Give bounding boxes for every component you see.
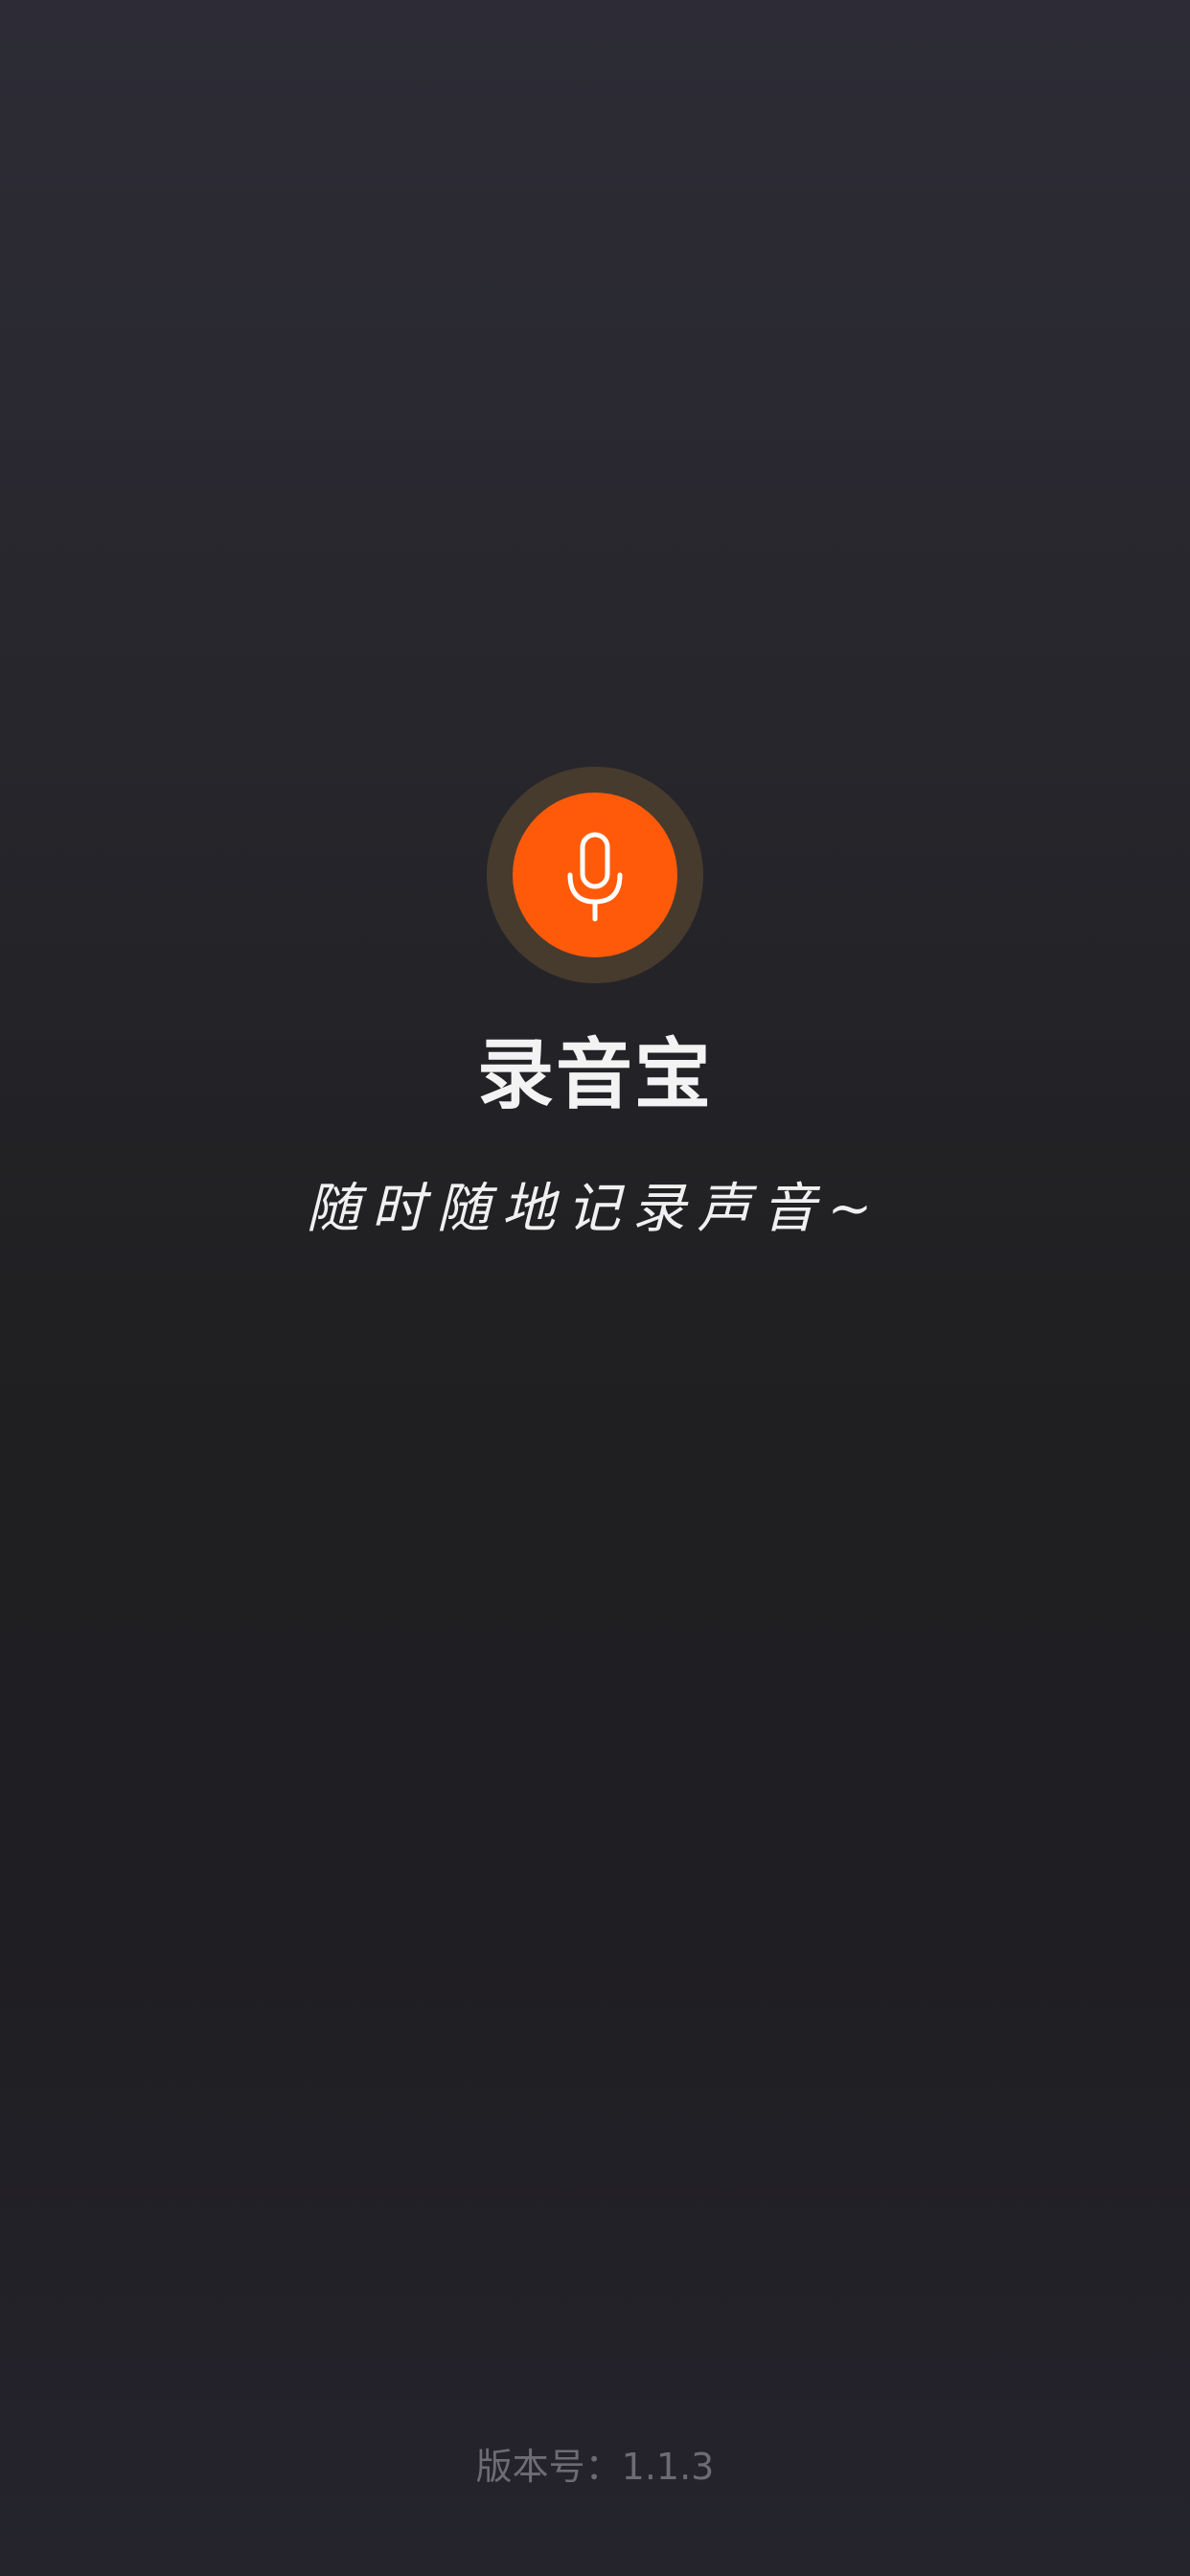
app-logo xyxy=(487,767,703,983)
splash-screen: 录音宝 随时随地记录声音~ 版本号：1.1.3 xyxy=(0,0,1190,2576)
app-slogan: 随时随地记录声音~ xyxy=(306,1178,884,1240)
app-name: 录音宝 xyxy=(477,1030,713,1119)
version-label: 版本号：1.1.3 xyxy=(475,2446,715,2488)
app-logo-circle xyxy=(513,793,677,957)
microphone-icon xyxy=(567,832,623,922)
